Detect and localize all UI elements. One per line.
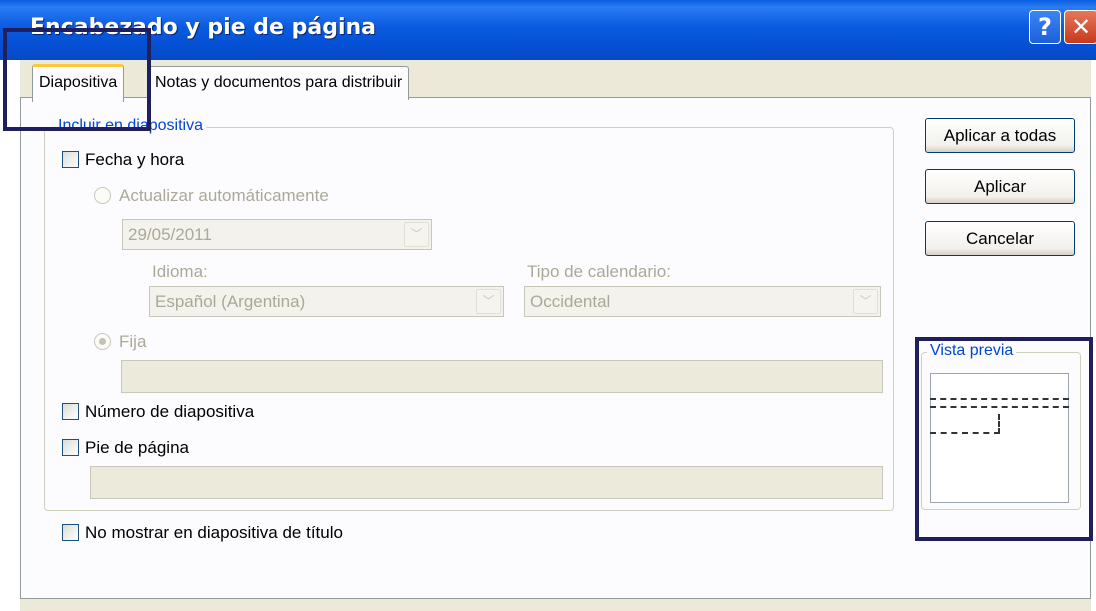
close-icon: ✕ bbox=[1070, 13, 1092, 41]
date-value: 29/05/2011 bbox=[128, 225, 212, 244]
numero-checkbox[interactable] bbox=[62, 403, 79, 420]
fija-radio[interactable] bbox=[94, 333, 111, 350]
date-combo[interactable]: 29/05/2011 ﹀ bbox=[122, 219, 432, 250]
help-icon: ? bbox=[1038, 13, 1052, 41]
preview-footer-placeholder bbox=[930, 398, 1069, 408]
preview-legend: Vista previa bbox=[927, 342, 1017, 360]
no-mostrar-checkbox[interactable] bbox=[62, 524, 79, 541]
aplicar-todas-button[interactable]: Aplicar a todas bbox=[925, 118, 1075, 153]
idioma-combo[interactable]: Español (Argentina) ﹀ bbox=[149, 286, 504, 317]
calendario-value: Occidental bbox=[530, 292, 611, 311]
fecha-hora-label[interactable]: Fecha y hora bbox=[85, 150, 184, 170]
calendario-combo[interactable]: Occidental ﹀ bbox=[524, 286, 881, 317]
fija-input[interactable] bbox=[121, 360, 883, 393]
right-border bbox=[1091, 60, 1096, 611]
close-button[interactable]: ✕ bbox=[1064, 10, 1096, 44]
fija-label: Fija bbox=[119, 332, 147, 351]
idioma-label: Idioma: bbox=[152, 262, 208, 281]
preview-date-placeholder bbox=[930, 414, 1000, 434]
pie-label[interactable]: Pie de página bbox=[85, 438, 189, 458]
left-border bbox=[0, 60, 20, 611]
actualizar-radio[interactable] bbox=[94, 187, 111, 204]
idioma-value: Español (Argentina) bbox=[155, 292, 306, 311]
tab-label: Diapositiva bbox=[39, 74, 118, 91]
dialog-title: Encabezado y pie de página bbox=[30, 15, 377, 40]
pie-input[interactable] bbox=[90, 466, 883, 499]
help-button[interactable]: ? bbox=[1029, 10, 1061, 44]
tab-diapositiva[interactable]: Diapositiva bbox=[32, 64, 125, 102]
title-bar[interactable]: Encabezado y pie de página ? ✕ bbox=[0, 0, 1096, 60]
chevron-down-icon[interactable]: ﹀ bbox=[853, 289, 878, 314]
no-mostrar-label[interactable]: No mostrar en diapositiva de título bbox=[85, 523, 343, 543]
actualizar-label: Actualizar automáticamente bbox=[119, 186, 329, 205]
chevron-down-icon[interactable]: ﹀ bbox=[476, 289, 501, 314]
calendario-label: Tipo de calendario: bbox=[527, 262, 671, 281]
numero-label[interactable]: Número de diapositiva bbox=[85, 402, 254, 422]
preview-area bbox=[930, 373, 1069, 503]
chevron-down-icon[interactable]: ﹀ bbox=[404, 222, 429, 247]
tab-label: Notas y documentos para distribuir bbox=[155, 74, 403, 91]
cancelar-button[interactable]: Cancelar bbox=[925, 221, 1075, 256]
incluir-legend: Incluir en diapositiva bbox=[55, 117, 206, 135]
aplicar-button[interactable]: Aplicar bbox=[925, 169, 1075, 204]
fecha-hora-checkbox[interactable] bbox=[62, 151, 79, 168]
pie-checkbox[interactable] bbox=[62, 439, 79, 456]
tab-notas[interactable]: Notas y documentos para distribuir bbox=[148, 66, 410, 100]
